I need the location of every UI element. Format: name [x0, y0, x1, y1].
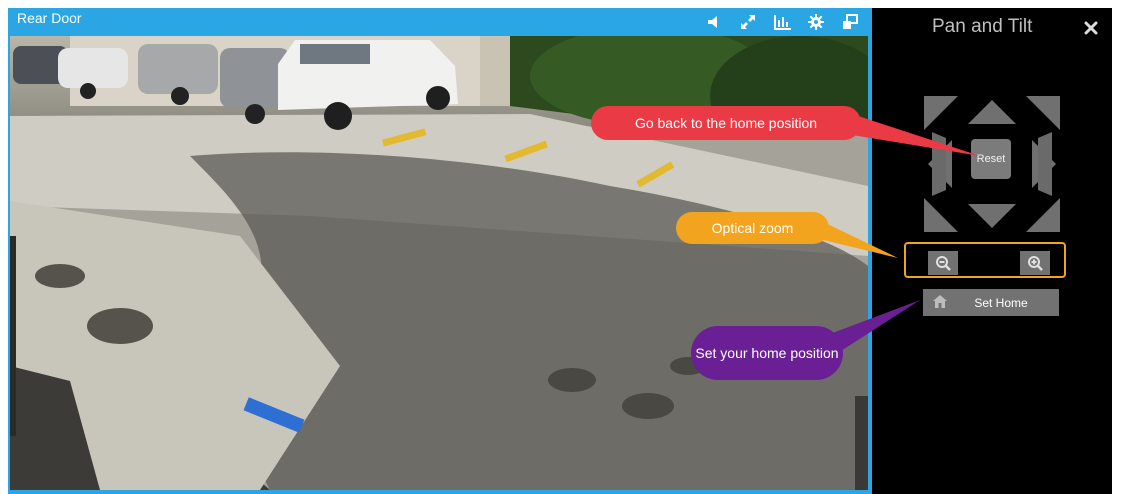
zoom-in-icon [1028, 256, 1043, 271]
fullscreen-icon[interactable] [738, 12, 758, 32]
pan-up-right-button[interactable] [1026, 96, 1060, 130]
set-home-button[interactable]: Set Home [923, 289, 1059, 316]
set-home-label: Set Home [974, 296, 1028, 310]
camera-header: Rear Door [8, 8, 872, 36]
zoom-out-icon [936, 256, 951, 271]
camera-panel: Rear Door [8, 8, 872, 494]
camera-video-feed[interactable] [10, 36, 868, 490]
zoom-out-button[interactable] [928, 251, 958, 275]
pan-down-left-button[interactable] [924, 198, 958, 232]
tilt-down-button[interactable] [968, 204, 1016, 228]
camera-toolbar [704, 12, 860, 32]
zoom-in-button[interactable] [1020, 251, 1050, 275]
camera-title: Rear Door [17, 10, 82, 26]
gear-icon[interactable] [806, 12, 826, 32]
panel-title: Pan and Tilt [932, 16, 1033, 37]
popout-icon[interactable] [840, 12, 860, 32]
callout-optical-zoom: Optical zoom [676, 212, 829, 244]
pan-up-left-button[interactable] [924, 96, 958, 130]
volume-icon[interactable] [704, 12, 724, 32]
pan-down-right-button[interactable] [1026, 198, 1060, 232]
stats-icon[interactable] [772, 12, 792, 32]
reset-button[interactable]: Reset [971, 139, 1011, 179]
callout-home-position: Go back to the home position [591, 106, 861, 140]
tilt-up-button[interactable] [968, 100, 1016, 124]
close-icon[interactable] [1084, 21, 1098, 35]
direction-pad: Reset [922, 94, 1062, 234]
pan-tilt-panel: Pan and Tilt Reset Set Home [872, 8, 1112, 494]
optical-zoom-group [904, 242, 1066, 278]
callout-set-home: Set your home position [691, 326, 843, 380]
